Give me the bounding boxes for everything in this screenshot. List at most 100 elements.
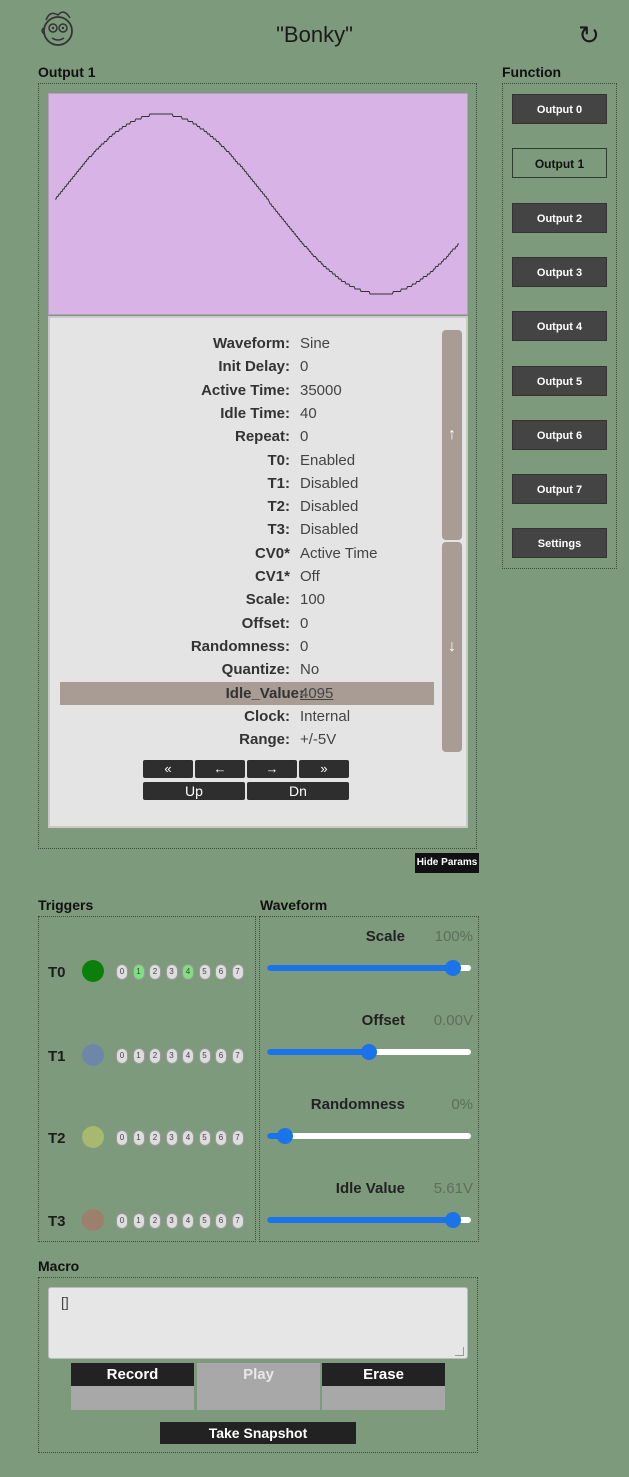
- up-button[interactable]: Up: [143, 782, 245, 800]
- hide-params-button[interactable]: Hide Params: [415, 853, 479, 873]
- function-item-output-1[interactable]: Output 1: [512, 148, 607, 179]
- trigger-step[interactable]: 4: [182, 1048, 194, 1064]
- slider-thumb[interactable]: [444, 960, 461, 976]
- take-snapshot-button[interactable]: Take Snapshot: [160, 1422, 356, 1444]
- trigger-step[interactable]: 5: [198, 1213, 211, 1229]
- trigger-step[interactable]: 6: [215, 1130, 227, 1146]
- dn-button[interactable]: Dn: [247, 782, 349, 800]
- param-row[interactable]: Quantize: No: [50, 658, 430, 681]
- trigger-step[interactable]: 7: [231, 1130, 244, 1146]
- play-button[interactable]: Play: [197, 1363, 320, 1410]
- param-row[interactable]: Waveform: Sine: [50, 332, 430, 355]
- scroll-down-button[interactable]: ↓: [442, 542, 462, 752]
- trigger-step[interactable]: 3: [165, 964, 178, 980]
- trigger-step[interactable]: 0: [116, 964, 128, 980]
- prev-param-button[interactable]: ←: [195, 760, 245, 778]
- trigger-step[interactable]: 6: [215, 1048, 227, 1064]
- next-param-button[interactable]: →: [247, 760, 297, 778]
- function-item-output-5[interactable]: Output 5: [512, 365, 607, 396]
- first-param-button[interactable]: «: [143, 760, 193, 778]
- trigger-step[interactable]: 0: [116, 1048, 128, 1064]
- trigger-step[interactable]: 1: [132, 964, 145, 980]
- trigger-label: T0: [48, 964, 66, 981]
- trigger-indicator[interactable]: [82, 1044, 104, 1066]
- slider-label: Scale: [365, 928, 405, 945]
- param-row[interactable]: Clock: Internal: [50, 705, 430, 728]
- trigger-step[interactable]: 2: [149, 964, 161, 980]
- param-row[interactable]: Idle_Value: 4095: [60, 681, 434, 705]
- function-item-output-6[interactable]: Output 6: [512, 419, 607, 450]
- trigger-indicator[interactable]: [82, 1209, 104, 1231]
- trigger-step[interactable]: 5: [198, 964, 211, 980]
- slider-thumb[interactable]: [361, 1044, 377, 1060]
- function-item-output-2[interactable]: Output 2: [512, 202, 607, 233]
- slider-value: 100%: [434, 928, 473, 945]
- app-title: "Bonky": [276, 22, 353, 47]
- param-row[interactable]: Init Delay: 0: [50, 355, 430, 378]
- slider-track[interactable]: [267, 1212, 471, 1228]
- trigger-step[interactable]: 1: [132, 1048, 145, 1064]
- param-row[interactable]: Scale: 100: [50, 588, 430, 611]
- trigger-step[interactable]: 7: [231, 1048, 244, 1064]
- param-row[interactable]: CV1* Off: [50, 565, 430, 588]
- trigger-step[interactable]: 4: [182, 964, 194, 980]
- trigger-step[interactable]: 2: [149, 1130, 161, 1146]
- param-row[interactable]: Range: +/-5V: [50, 728, 430, 751]
- trigger-step[interactable]: 1: [132, 1130, 145, 1146]
- function-item-output-7[interactable]: Output 7: [512, 474, 607, 505]
- slider-thumb[interactable]: [444, 1212, 461, 1228]
- param-row[interactable]: T1: Disabled: [50, 472, 430, 495]
- trigger-step[interactable]: 6: [215, 964, 227, 980]
- trigger-step[interactable]: 0: [116, 1213, 128, 1229]
- trigger-label: T3: [48, 1213, 66, 1230]
- trigger-step[interactable]: 5: [198, 1130, 211, 1146]
- param-label: T0:: [267, 451, 291, 469]
- trigger-step[interactable]: 3: [165, 1048, 178, 1064]
- trigger-step[interactable]: 1: [132, 1213, 145, 1229]
- trigger-step[interactable]: 4: [182, 1130, 194, 1146]
- param-label: Offset:: [241, 614, 290, 632]
- trigger-step[interactable]: 2: [149, 1048, 161, 1064]
- function-item-output-0[interactable]: Output 0: [512, 94, 607, 124]
- trigger-step[interactable]: 3: [165, 1130, 178, 1146]
- param-row[interactable]: Randomness: 0: [50, 635, 430, 658]
- function-item-output-4[interactable]: Output 4: [512, 311, 607, 342]
- param-label: CV1*: [254, 568, 290, 585]
- param-label: Active Time:: [201, 381, 290, 399]
- trigger-step[interactable]: 6: [215, 1213, 227, 1229]
- refresh-icon[interactable]: ↻: [578, 20, 600, 51]
- trigger-step[interactable]: 3: [165, 1213, 178, 1229]
- erase-button[interactable]: Erase: [322, 1363, 445, 1386]
- trigger-indicator[interactable]: [82, 960, 104, 982]
- triggers-title: Triggers: [38, 897, 94, 913]
- function-item-settings[interactable]: Settings: [512, 528, 607, 559]
- param-value: 0: [300, 428, 309, 446]
- param-row[interactable]: Offset: 0: [50, 612, 430, 635]
- param-value: Off: [300, 568, 320, 585]
- trigger-indicator[interactable]: [82, 1126, 104, 1148]
- trigger-step[interactable]: 7: [231, 964, 244, 980]
- param-row[interactable]: T2: Disabled: [50, 495, 430, 518]
- resize-handle-icon[interactable]: [455, 1347, 464, 1356]
- scroll-up-button[interactable]: ↑: [442, 330, 462, 540]
- param-row[interactable]: T0: Enabled: [50, 449, 430, 472]
- param-row[interactable]: Repeat: 0: [50, 425, 430, 448]
- slider-fill: [267, 1217, 453, 1223]
- trigger-step[interactable]: 2: [149, 1213, 161, 1229]
- slider-track[interactable]: [267, 1128, 471, 1144]
- param-row[interactable]: Active Time: 35000: [50, 379, 430, 402]
- trigger-step[interactable]: 0: [116, 1130, 128, 1146]
- record-button[interactable]: Record: [71, 1363, 194, 1386]
- function-item-output-3[interactable]: Output 3: [512, 256, 607, 287]
- trigger-label: T1: [48, 1048, 66, 1065]
- slider-track[interactable]: [267, 960, 471, 976]
- param-row[interactable]: Idle Time: 40: [50, 402, 430, 425]
- slider-track[interactable]: [267, 1044, 471, 1060]
- trigger-step[interactable]: 5: [198, 1048, 211, 1064]
- trigger-step[interactable]: 4: [182, 1213, 194, 1229]
- last-param-button[interactable]: »: [299, 760, 349, 778]
- param-row[interactable]: CV0* Active Time: [50, 542, 430, 565]
- param-row[interactable]: T3: Disabled: [50, 518, 430, 541]
- trigger-step[interactable]: 7: [231, 1213, 244, 1229]
- macro-textarea[interactable]: []: [48, 1287, 468, 1359]
